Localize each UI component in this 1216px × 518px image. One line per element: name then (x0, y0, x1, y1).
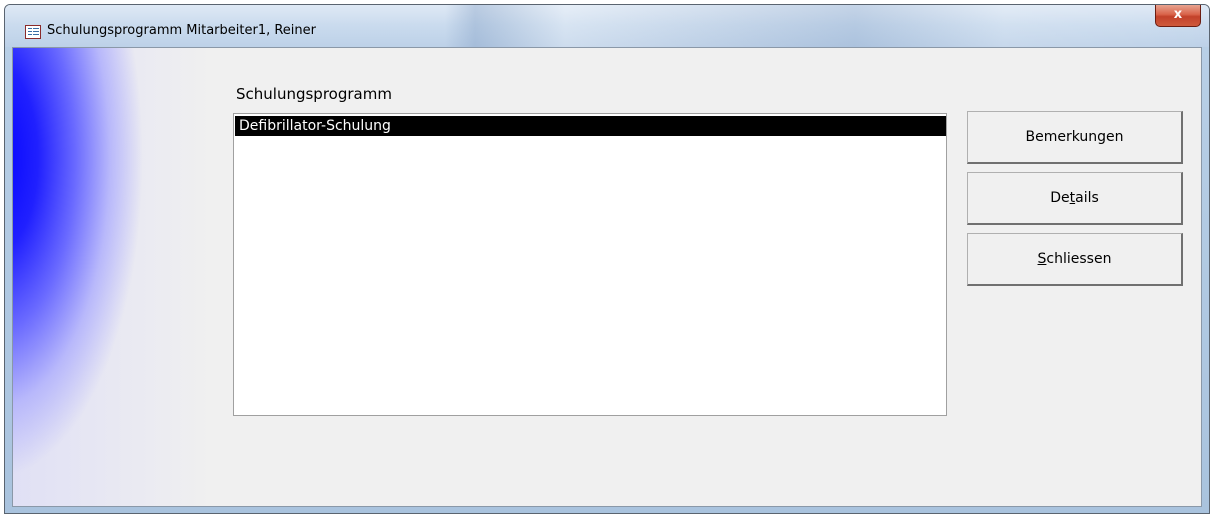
details-button[interactable]: Details (967, 172, 1183, 225)
remarks-button[interactable]: Bemerkungen (967, 111, 1183, 164)
remarks-button-label: Bemerkungen (1025, 129, 1124, 145)
window-title: Schulungsprogramm Mitarbeiter1, Reiner (47, 23, 316, 38)
application-window: Schulungsprogramm Mitarbeiter1, Reiner x… (4, 4, 1210, 514)
details-label-end: ails (1075, 190, 1099, 206)
close-button[interactable]: Schliessen (967, 233, 1183, 286)
list-item[interactable]: Defibrillator-Schulung (235, 116, 946, 136)
training-program-listbox[interactable]: Defibrillator-Schulung (233, 113, 947, 416)
details-label-start: De (1050, 190, 1070, 206)
decorative-gradient (13, 48, 213, 506)
title-bar[interactable]: Schulungsprogramm Mitarbeiter1, Reiner x (5, 5, 1209, 47)
form-body: Schulungsprogramm Defibrillator-Schulung… (12, 47, 1202, 507)
close-label-end: chliessen (1046, 251, 1112, 267)
form-icon (25, 25, 41, 39)
list-label: Schulungsprogramm (236, 85, 392, 103)
close-window-button[interactable]: x (1155, 5, 1201, 27)
